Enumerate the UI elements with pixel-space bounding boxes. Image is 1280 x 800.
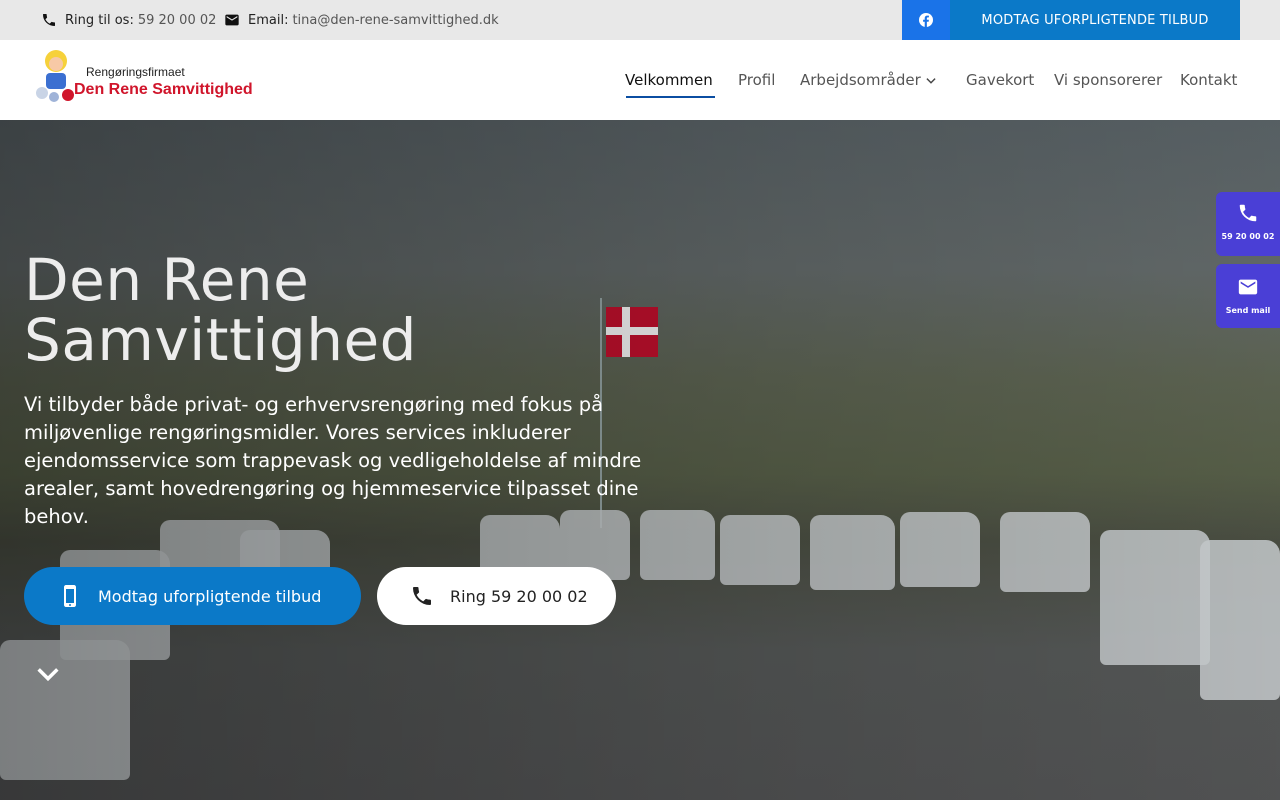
nav-item-kontakt[interactable]: Kontakt — [1180, 71, 1237, 89]
hero-offer-button[interactable]: Modtag uforpligtende tilbud — [24, 567, 361, 625]
phone-icon — [43, 14, 55, 26]
nav-item-profil[interactable]: Profil — [738, 71, 775, 89]
site-header: Rengøringsfirmaet Den Rene Samvittighed … — [0, 40, 1280, 120]
mascot-icon — [36, 50, 74, 102]
hero-title: Den Rene Samvittighed — [24, 250, 644, 370]
side-phone-label: 59 20 00 02 — [1221, 232, 1275, 241]
hero-description: Vi tilbyder både privat- og erhvervsreng… — [24, 393, 642, 528]
phone-icon — [413, 587, 431, 605]
logo-line1: Rengøringsfirmaet — [86, 65, 185, 79]
topbar-offer-button[interactable]: MODTAG UFORPLIGTENDE TILBUD — [950, 0, 1240, 40]
mobile-phone-icon — [64, 585, 76, 607]
mail-icon — [1238, 279, 1258, 295]
top-bar: Ring til os: 59 20 00 02 Email: tina@den… — [0, 0, 1280, 40]
nav-item-velkommen[interactable]: Velkommen — [625, 71, 713, 89]
facebook-button[interactable] — [902, 0, 950, 40]
topbar-phone-label: Ring til os: — [65, 12, 134, 28]
hero-title-line1: Den Rene — [24, 246, 310, 314]
hero-call-button[interactable]: Ring 59 20 00 02 — [377, 567, 616, 625]
nav-item-arbejdsomraader[interactable]: Arbejdsområder — [800, 71, 921, 89]
topbar-email-value: tina@den-rene-samvittighed.dk — [292, 12, 499, 28]
chevron-down-icon[interactable] — [924, 74, 938, 88]
topbar-email[interactable]: Email: tina@den-rene-samvittighed.dk — [224, 0, 499, 40]
mail-icon — [225, 14, 239, 26]
logo[interactable]: Rengøringsfirmaet Den Rene Samvittighed — [32, 47, 253, 105]
topbar-email-label: Email: — [248, 12, 289, 28]
hero-offer-label: Modtag uforpligtende tilbud — [98, 586, 322, 606]
topbar-phone[interactable]: Ring til os: 59 20 00 02 — [41, 0, 216, 40]
side-phone-button[interactable]: 59 20 00 02 — [1216, 192, 1280, 256]
topbar-phone-value: 59 20 00 02 — [137, 12, 217, 28]
side-mail-button[interactable]: Send mail — [1216, 264, 1280, 328]
logo-line2: Den Rene Samvittighed — [74, 81, 253, 98]
side-mail-label: Send mail — [1225, 306, 1271, 315]
phone-icon — [1239, 204, 1257, 222]
scroll-down-chevron-icon[interactable] — [34, 660, 62, 688]
hero-call-label: Ring 59 20 00 02 — [450, 586, 588, 606]
nav-item-gavekort[interactable]: Gavekort — [966, 71, 1034, 89]
nav-item-vi-sponsorerer[interactable]: Vi sponsorerer — [1054, 71, 1162, 89]
nav-active-indicator — [626, 96, 715, 98]
facebook-icon — [919, 13, 933, 27]
hero-section: Den Rene Samvittighed Vi tilbyder både p… — [0, 120, 1280, 800]
hero-title-line2: Samvittighed — [24, 306, 417, 374]
